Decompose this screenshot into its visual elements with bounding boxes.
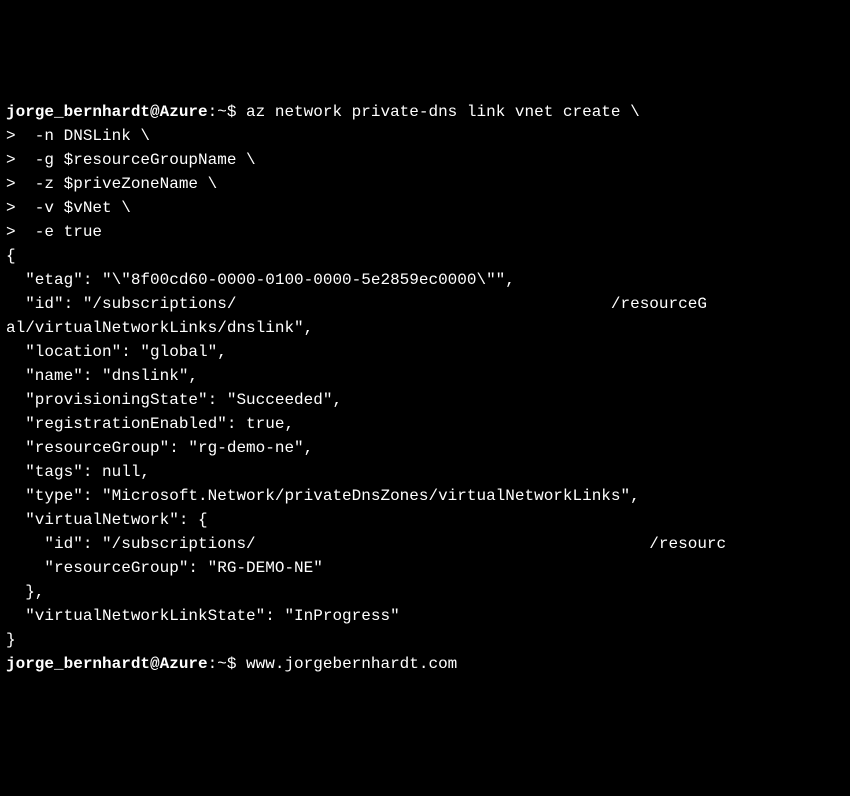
terminal-line: { bbox=[6, 244, 844, 268]
prompt-separator: :~$ bbox=[208, 103, 246, 121]
terminal-line: "id": "/subscriptions/ /resourceG bbox=[6, 292, 844, 316]
output-text: > -n DNSLink \ bbox=[6, 127, 150, 145]
output-text: > -g $resourceGroupName \ bbox=[6, 151, 256, 169]
output-text: "provisioningState": "Succeeded", bbox=[6, 391, 342, 409]
terminal-line: > -v $vNet \ bbox=[6, 196, 844, 220]
terminal-line: "resourceGroup": "RG-DEMO-NE" bbox=[6, 556, 844, 580]
output-text: > -z $priveZoneName \ bbox=[6, 175, 217, 193]
command-text: www.jorgebernhardt.com bbox=[246, 655, 457, 673]
terminal-line: jorge_bernhardt@Azure:~$ az network priv… bbox=[6, 100, 844, 124]
terminal-line: jorge_bernhardt@Azure:~$ www.jorgebernha… bbox=[6, 652, 844, 676]
output-text: > -v $vNet \ bbox=[6, 199, 131, 217]
output-text: "name": "dnslink", bbox=[6, 367, 198, 385]
terminal-line: }, bbox=[6, 580, 844, 604]
terminal-line: "registrationEnabled": true, bbox=[6, 412, 844, 436]
output-text: "location": "global", bbox=[6, 343, 227, 361]
terminal-line: "name": "dnslink", bbox=[6, 364, 844, 388]
output-text: "etag": "\"8f00cd60-0000-0100-0000-5e285… bbox=[6, 271, 515, 289]
prompt-separator: :~$ bbox=[208, 655, 246, 673]
output-text: "id": "/subscriptions/ /resourceG bbox=[6, 295, 707, 313]
output-text: "resourceGroup": "RG-DEMO-NE" bbox=[6, 559, 323, 577]
output-text: "id": "/subscriptions/ /resourc bbox=[6, 535, 726, 553]
terminal-line: al/virtualNetworkLinks/dnslink", bbox=[6, 316, 844, 340]
output-text: "tags": null, bbox=[6, 463, 150, 481]
output-text: "virtualNetworkLinkState": "InProgress" bbox=[6, 607, 400, 625]
terminal-line: "provisioningState": "Succeeded", bbox=[6, 388, 844, 412]
terminal-line: "virtualNetwork": { bbox=[6, 508, 844, 532]
terminal-line: "id": "/subscriptions/ /resourc bbox=[6, 532, 844, 556]
output-text: "registrationEnabled": true, bbox=[6, 415, 294, 433]
output-text: } bbox=[6, 631, 16, 649]
terminal-output[interactable]: jorge_bernhardt@Azure:~$ az network priv… bbox=[6, 100, 844, 676]
command-text: az network private-dns link vnet create … bbox=[246, 103, 640, 121]
prompt-user-host: jorge_bernhardt@Azure bbox=[6, 103, 208, 121]
terminal-line: > -z $priveZoneName \ bbox=[6, 172, 844, 196]
output-text: { bbox=[6, 247, 16, 265]
terminal-line: "location": "global", bbox=[6, 340, 844, 364]
terminal-line: "virtualNetworkLinkState": "InProgress" bbox=[6, 604, 844, 628]
output-text: "resourceGroup": "rg-demo-ne", bbox=[6, 439, 313, 457]
terminal-line: "resourceGroup": "rg-demo-ne", bbox=[6, 436, 844, 460]
output-text: > -e true bbox=[6, 223, 102, 241]
terminal-line: "type": "Microsoft.Network/privateDnsZon… bbox=[6, 484, 844, 508]
prompt-user-host: jorge_bernhardt@Azure bbox=[6, 655, 208, 673]
terminal-line: "etag": "\"8f00cd60-0000-0100-0000-5e285… bbox=[6, 268, 844, 292]
terminal-line: "tags": null, bbox=[6, 460, 844, 484]
terminal-line: > -n DNSLink \ bbox=[6, 124, 844, 148]
terminal-line: > -g $resourceGroupName \ bbox=[6, 148, 844, 172]
output-text: al/virtualNetworkLinks/dnslink", bbox=[6, 319, 313, 337]
output-text: "virtualNetwork": { bbox=[6, 511, 208, 529]
terminal-line: > -e true bbox=[6, 220, 844, 244]
output-text: "type": "Microsoft.Network/privateDnsZon… bbox=[6, 487, 640, 505]
terminal-line: } bbox=[6, 628, 844, 652]
